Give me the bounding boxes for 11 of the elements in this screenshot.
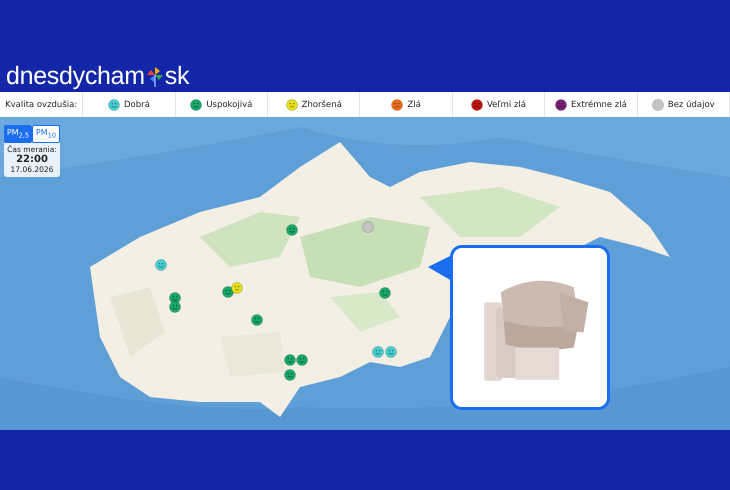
legend-text: Dobrá: [124, 100, 150, 110]
logo-text: sk: [164, 61, 190, 92]
legend-text: Zhoršená: [302, 100, 342, 110]
legend-text: Zlá: [407, 100, 421, 110]
legend-text: Bez údajov: [668, 100, 715, 110]
legend-text: Uspokojivá: [206, 100, 252, 110]
legend-label: Kvalita ovzdušia:: [5, 100, 78, 110]
pinwheel-icon: [146, 66, 164, 88]
logo-text: dnesdycham: [6, 61, 145, 92]
legend-text: Veľmi zlá: [487, 100, 526, 110]
legend-text: Extrémne zlá: [570, 100, 627, 110]
